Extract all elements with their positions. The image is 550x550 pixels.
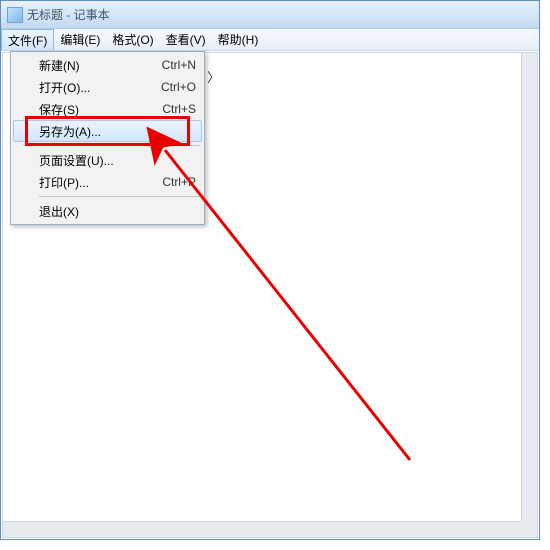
menu-item-save[interactable]: 保存(S) Ctrl+S [13,98,202,120]
menu-edit[interactable]: 编辑(E) [54,29,106,50]
menu-view[interactable]: 查看(V) [160,29,212,50]
menu-item-label: 保存(S) [39,101,162,118]
menu-separator [39,145,200,146]
doc-fragment: 〉 [207,67,220,86]
titlebar[interactable]: 无标题 - 记事本 [1,1,539,29]
menu-item-new[interactable]: 新建(N) Ctrl+N [13,54,202,76]
app-window: 无标题 - 记事本 文件(F) 编辑(E) 格式(O) 查看(V) 帮助(H) … [0,0,540,540]
vertical-scrollbar[interactable] [521,53,537,521]
menu-help[interactable]: 帮助(H) [212,29,265,50]
menu-item-exit[interactable]: 退出(X) [13,200,202,222]
menu-item-label: 另存为(A)... [39,123,195,140]
menu-item-label: 退出(X) [39,203,196,220]
menu-item-label: 打开(O)... [39,79,161,96]
menu-item-print[interactable]: 打印(P)... Ctrl+P [13,171,202,193]
scrollbar-corner [521,521,537,537]
menu-file[interactable]: 文件(F) [1,29,54,50]
menu-item-shortcut: Ctrl+S [162,102,196,116]
menu-item-shortcut: Ctrl+N [162,58,196,72]
menu-item-page-setup[interactable]: 页面设置(U)... [13,149,202,171]
menu-item-label: 打印(P)... [39,174,162,191]
menu-item-shortcut: Ctrl+P [162,175,196,189]
menubar: 文件(F) 编辑(E) 格式(O) 查看(V) 帮助(H) [1,29,539,51]
horizontal-scrollbar[interactable] [3,521,521,537]
menu-item-label: 新建(N) [39,57,162,74]
menu-format[interactable]: 格式(O) [106,29,159,50]
title-text: 无标题 - 记事本 [27,6,110,23]
menu-item-label: 页面设置(U)... [39,152,196,169]
menu-item-shortcut: Ctrl+O [161,80,196,94]
menu-item-save-as[interactable]: 另存为(A)... [13,120,202,142]
app-icon [7,7,23,23]
menu-item-open[interactable]: 打开(O)... Ctrl+O [13,76,202,98]
file-dropdown: 新建(N) Ctrl+N 打开(O)... Ctrl+O 保存(S) Ctrl+… [10,51,205,225]
menu-separator [39,196,200,197]
